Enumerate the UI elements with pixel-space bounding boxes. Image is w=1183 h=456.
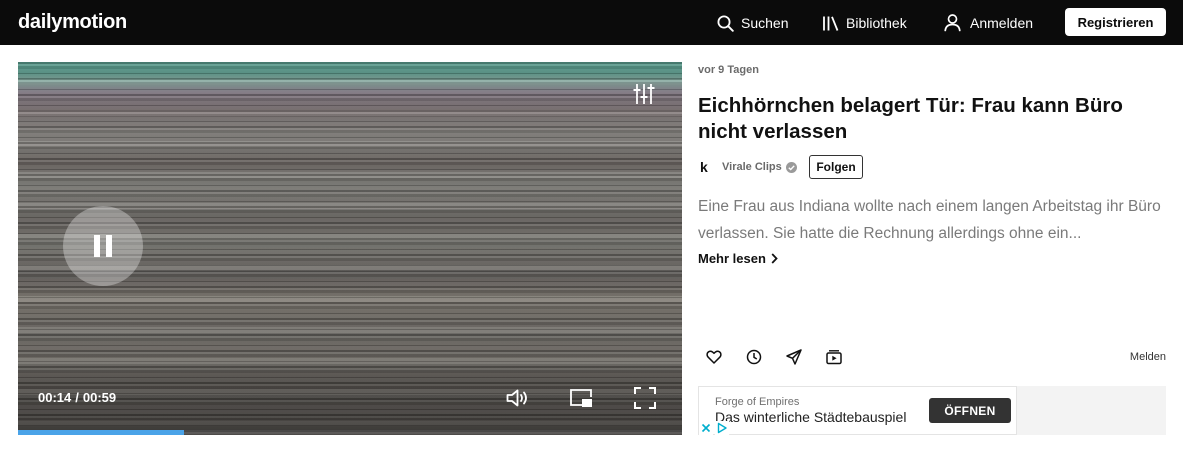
settings-button[interactable] — [632, 82, 656, 106]
send-icon — [786, 349, 802, 365]
watch-later-button[interactable] — [746, 349, 762, 365]
watch-later-icon — [826, 350, 842, 365]
read-more-label: Mehr lesen — [698, 250, 766, 266]
ad-banner: Forge of Empires Das winterliche Städteb… — [698, 386, 1166, 435]
fullscreen-icon — [634, 387, 656, 409]
pause-icon — [94, 235, 112, 257]
settings-icon — [633, 84, 655, 104]
register-button[interactable]: Registrieren — [1065, 8, 1166, 36]
pause-button[interactable] — [63, 206, 143, 286]
login-button[interactable]: Anmelden — [944, 12, 1033, 34]
picture-in-picture-button[interactable] — [569, 386, 593, 410]
close-icon — [699, 421, 713, 435]
chevron-right-icon — [771, 252, 778, 264]
add-to-playlist-button[interactable] — [826, 349, 842, 365]
ad-card[interactable]: Forge of Empires Das winterliche Städteb… — [698, 386, 1017, 435]
current-time: 00:14 — [38, 390, 72, 405]
adchoices-icon — [715, 421, 729, 435]
like-button[interactable] — [706, 349, 722, 365]
report-button[interactable]: Melden — [1130, 351, 1166, 364]
top-navigation-bar: dailymotion Suchen Bibliothek Anmelden R… — [0, 0, 1183, 45]
video-description: Eine Frau aus Indiana wollte nach einem … — [698, 198, 1161, 242]
time-separator: / — [75, 390, 79, 405]
time-display: 00:14/00:59 — [38, 390, 116, 406]
adchoices-button[interactable] — [715, 421, 729, 435]
progress-bar[interactable] — [18, 430, 682, 435]
search-label: Suchen — [741, 15, 789, 31]
channel-avatar[interactable]: k — [700, 159, 716, 175]
login-label: Anmelden — [970, 15, 1034, 31]
ad-tagline: Das winterliche Städtebauspiel — [715, 409, 907, 425]
upload-age: vor 9 Tagen — [698, 64, 759, 76]
fullscreen-button[interactable] — [633, 386, 657, 410]
clock-icon — [746, 349, 762, 365]
ad-advertiser: Forge of Empires — [715, 396, 800, 408]
volume-icon — [506, 389, 527, 407]
user-icon — [944, 14, 961, 32]
follow-button[interactable]: Folgen — [809, 155, 863, 179]
read-more-button[interactable]: Mehr lesen — [698, 250, 778, 266]
duration: 00:59 — [82, 390, 117, 405]
ad-choices — [699, 421, 729, 435]
volume-button[interactable] — [505, 386, 529, 410]
picture-in-picture-icon — [570, 389, 592, 407]
progress-fill — [18, 430, 184, 435]
library-icon — [823, 15, 839, 31]
share-button[interactable] — [786, 349, 802, 365]
channel-info: k Virale Clips — [698, 155, 797, 179]
ad-open-button[interactable]: ÖFFNEN — [929, 398, 1011, 423]
video-title: Eichhörnchen belagert Tür: Frau kann Bür… — [698, 94, 1123, 143]
ad-close-button[interactable] — [699, 421, 713, 435]
video-player[interactable]: 00:14/00:59 — [18, 62, 682, 435]
library-button[interactable]: Bibliothek — [822, 12, 907, 34]
search-icon — [717, 15, 734, 32]
search-button[interactable]: Suchen — [717, 12, 788, 34]
verified-icon — [785, 161, 797, 173]
library-label: Bibliothek — [846, 15, 907, 31]
heart-icon — [706, 350, 722, 364]
channel-name[interactable]: Virale Clips — [722, 161, 782, 173]
dailymotion-logo[interactable]: dailymotion — [18, 11, 127, 33]
